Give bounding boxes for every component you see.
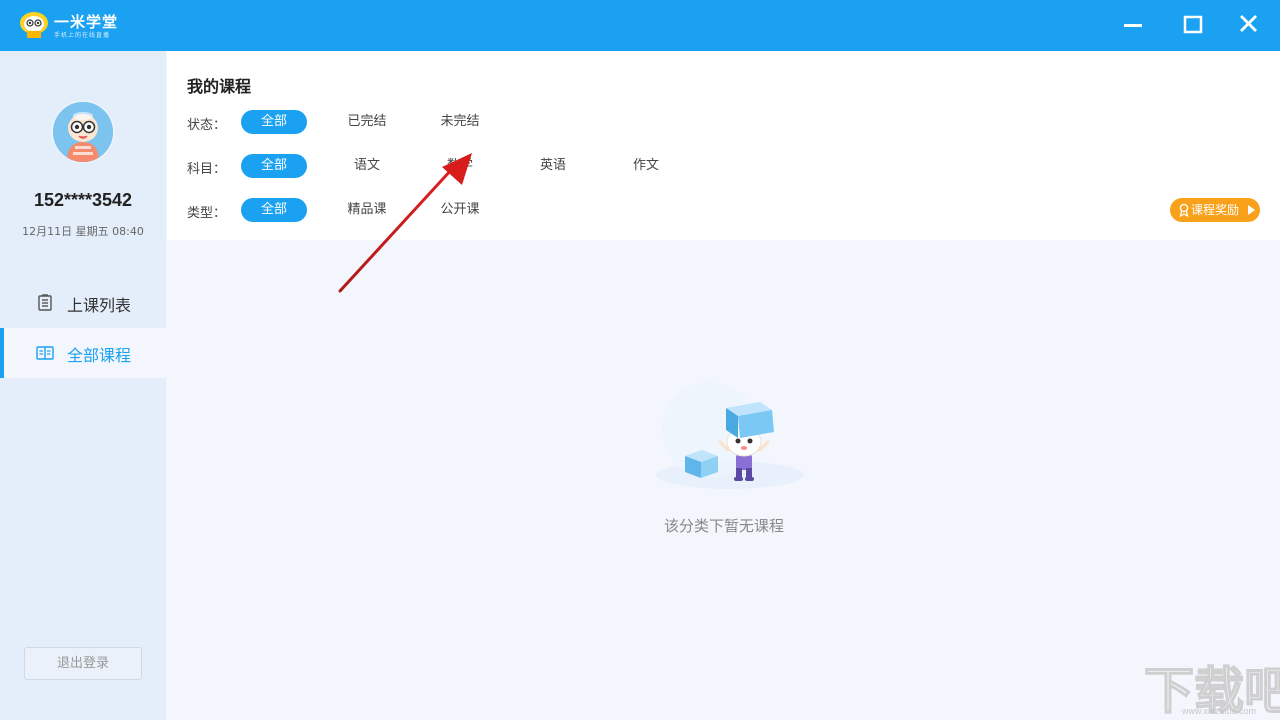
reward-label: 课程奖励 [1191,203,1240,217]
sidebar-item-all-courses[interactable]: 全部课程 [0,328,166,378]
course-reward-button[interactable]: 课程奖励 [1170,198,1260,222]
filter-label-status: 状态： [187,118,227,133]
title-bar: 一米学堂 手机上的在线直播 [0,0,1280,51]
maximize-icon [1183,15,1203,34]
avatar-image [53,102,113,162]
filter-subject-math[interactable]: 数学 [427,154,493,178]
close-button[interactable] [1234,10,1264,40]
sidebar: 152****3542 12月11日 星期五 08:40 上课列表 全部课程 退… [0,51,166,720]
sidebar-item-label: 全部课程 [67,346,132,365]
play-arrow-icon [1248,205,1255,215]
filter-subject-chinese[interactable]: 语文 [334,154,400,178]
filter-status-completed[interactable]: 已完结 [334,110,400,134]
filter-type-public[interactable]: 公开课 [427,198,493,222]
minimize-icon [1124,24,1142,27]
filter-label-subject: 科目： [187,162,227,177]
filter-panel: 我的课程 状态： 全部 已完结 未完结 科目： 全部 语文 数学 英语 作文 类… [167,51,1280,240]
app-slogan: 手机上的在线直播 [54,32,111,39]
sidebar-item-class-list[interactable]: 上课列表 [0,278,166,328]
filter-subject-all[interactable]: 全部 [241,154,307,178]
filter-status-ongoing[interactable]: 未完结 [427,110,493,134]
sidebar-item-label: 上课列表 [67,296,132,315]
empty-state-illustration [656,382,804,489]
book-icon [36,346,54,360]
close-icon [1240,15,1257,32]
current-datetime: 12月11日 星期五 08:40 [22,225,144,238]
watermark-site: www.xiazaiba.com [1182,706,1257,716]
mascot-logo-icon [20,12,48,38]
logout-button[interactable]: 退出登录 [24,647,142,680]
filter-subject-english[interactable]: 英语 [520,154,586,178]
filter-subject-composition[interactable]: 作文 [613,154,679,178]
page-title: 我的课程 [187,77,252,96]
maximize-button[interactable] [1178,10,1208,40]
medal-icon [1179,203,1189,217]
avatar[interactable] [51,100,115,164]
filter-type-all[interactable]: 全部 [241,198,307,222]
list-icon [38,294,52,311]
user-phone: 152****3542 [33,190,133,210]
minimize-button[interactable] [1118,10,1148,40]
filter-label-type: 类型： [187,206,227,221]
empty-state-message: 该分类下暂无课程 [663,517,784,535]
filter-type-premium[interactable]: 精品课 [334,198,400,222]
app-name: 一米学堂 [54,13,119,31]
filter-status-all[interactable]: 全部 [241,110,307,134]
